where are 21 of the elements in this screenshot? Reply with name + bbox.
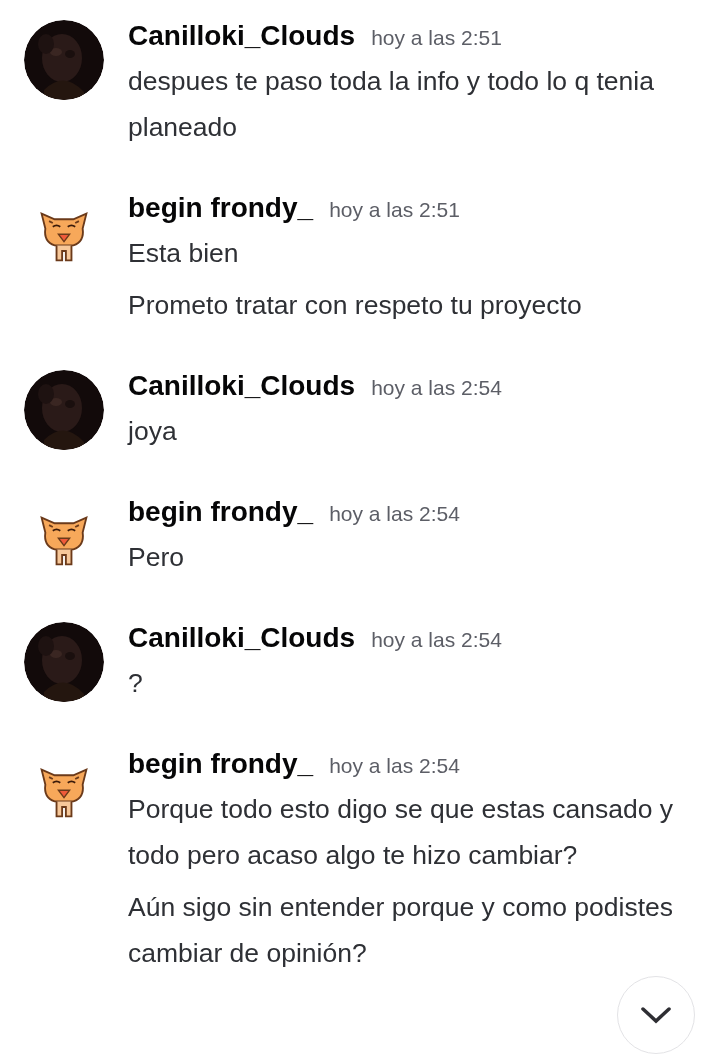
message-text: joya (128, 415, 178, 448)
message-text: ? (128, 667, 144, 700)
message-text: Prometo tratar con respeto tu proyecto (128, 289, 583, 322)
username[interactable]: begin frondy_ (128, 192, 314, 224)
timestamp: hoy a las 2:54 (371, 376, 502, 400)
timestamp: hoy a las 2:54 (329, 754, 460, 778)
message-text: Porque todo esto digo se que estas cansado y todo pero acaso algo te hizo cambiar? (128, 793, 675, 872)
timestamp: hoy a las 2:54 (371, 628, 502, 652)
message-text: Aún sigo sin entender porque y como podistes cambiar de opinión? (128, 891, 675, 970)
timestamp: hoy a las 2:51 (329, 198, 460, 222)
username[interactable]: begin frondy_ (128, 496, 314, 528)
chevron-down-icon (640, 1006, 672, 1024)
message-text: Esta bien (128, 237, 240, 270)
username[interactable]: Canilloki_Clouds (128, 370, 356, 402)
timestamp: hoy a las 2:51 (371, 26, 502, 50)
message-text: despues te paso toda la info y todo lo q tenia planeado (128, 65, 655, 144)
username[interactable]: begin frondy_ (128, 748, 314, 780)
timestamp: hoy a las 2:54 (329, 502, 460, 526)
username[interactable]: Canilloki_Clouds (128, 20, 356, 52)
username[interactable]: Canilloki_Clouds (128, 622, 356, 654)
message-text: Pero (128, 541, 185, 574)
